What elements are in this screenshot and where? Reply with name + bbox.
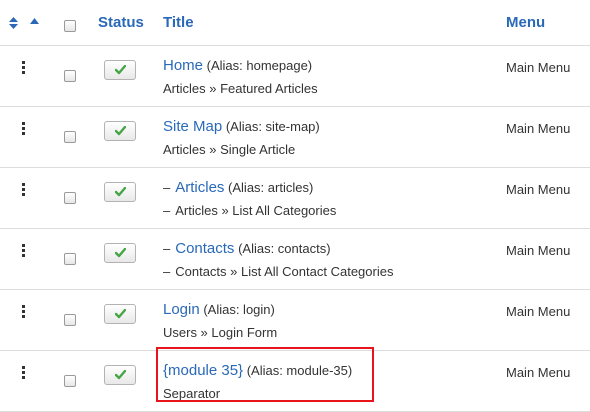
menu-item-type-text: Users » Login Form <box>163 325 278 340</box>
menu-item-type: – Contacts » List All Contact Categories <box>163 264 393 279</box>
menu-item-alias: (Alias: login) <box>203 302 275 317</box>
checkmark-icon <box>115 370 126 380</box>
menu-item-title-link[interactable]: Contacts <box>175 240 234 257</box>
row-checkbox[interactable] <box>64 131 76 143</box>
menu-item-type: Articles » Single Article <box>163 142 295 157</box>
menu-name: Main Menu <box>506 243 571 258</box>
highlight-box <box>156 347 374 402</box>
level-prefix: – <box>163 203 171 218</box>
row-checkbox[interactable] <box>64 314 76 326</box>
drag-handle-icon[interactable] <box>22 122 25 135</box>
menu-item-type: Articles » Featured Articles <box>163 81 318 96</box>
row-checkbox[interactable] <box>64 70 76 82</box>
checkmark-icon <box>115 248 126 258</box>
menu-item-alias: (Alias: site-map) <box>225 119 320 134</box>
table-row: Login (Alias: login) Users » Login Form … <box>0 290 590 351</box>
title-cell: Login (Alias: login) <box>163 301 275 318</box>
published-toggle-button[interactable] <box>104 304 136 324</box>
checkmark-icon <box>115 309 126 319</box>
drag-handle-icon[interactable] <box>22 183 25 196</box>
status-column-header[interactable]: Status <box>98 14 144 31</box>
select-all-checkbox[interactable] <box>64 20 76 32</box>
title-cell: Home (Alias: homepage) <box>163 57 312 74</box>
title-cell: – Articles (Alias: articles) <box>163 179 313 196</box>
title-column-header[interactable]: Title <box>163 14 194 31</box>
caret-up-icon[interactable] <box>30 18 39 24</box>
table-row: – Contacts (Alias: contacts) – Contacts » … <box>0 229 590 290</box>
published-toggle-button[interactable] <box>104 365 136 385</box>
title-cell: – Contacts (Alias: contacts) <box>163 240 331 257</box>
table-row: – Articles (Alias: articles) – Articles » … <box>0 168 590 229</box>
row-checkbox[interactable] <box>64 192 76 204</box>
menu-item-type: – Articles » List All Categories <box>163 203 336 218</box>
published-toggle-button[interactable] <box>104 243 136 263</box>
checkmark-icon <box>115 126 126 136</box>
published-toggle-button[interactable] <box>104 60 136 80</box>
level-prefix: – <box>163 241 171 256</box>
published-toggle-button[interactable] <box>104 121 136 141</box>
checkmark-icon <box>115 187 126 197</box>
menu-item-type: Users » Login Form <box>163 325 277 340</box>
menu-item-type-text: Articles » List All Categories <box>175 203 337 218</box>
menu-column-header[interactable]: Menu <box>506 14 545 31</box>
menu-item-alias: (Alias: contacts) <box>238 241 331 256</box>
table-row: Site Map (Alias: site-map) Articles » Si… <box>0 107 590 168</box>
title-cell: Site Map (Alias: site-map) <box>163 118 320 135</box>
menu-item-alias: (Alias: homepage) <box>206 58 313 73</box>
checkmark-icon <box>115 65 126 75</box>
menu-name: Main Menu <box>506 121 571 136</box>
level-prefix: – <box>163 180 171 195</box>
menu-name: Main Menu <box>506 304 571 319</box>
row-checkbox[interactable] <box>64 253 76 265</box>
menu-item-title-link[interactable]: Login <box>163 301 200 318</box>
menu-item-title-link[interactable]: Articles <box>175 179 224 196</box>
menu-item-type-text: Articles » Featured Articles <box>163 81 318 96</box>
menu-item-alias: (Alias: articles) <box>228 180 314 195</box>
menu-item-type-text: Contacts » List All Contact Categories <box>175 264 394 279</box>
menu-name: Main Menu <box>506 365 571 380</box>
drag-handle-icon[interactable] <box>22 305 25 318</box>
menu-item-title-link[interactable]: Site Map <box>163 118 222 135</box>
row-checkbox[interactable] <box>64 375 76 387</box>
menu-name: Main Menu <box>506 182 571 197</box>
drag-handle-icon[interactable] <box>22 61 25 74</box>
level-prefix: – <box>163 264 171 279</box>
table-row: Home (Alias: homepage) Articles » Featur… <box>0 46 590 107</box>
sort-icon[interactable] <box>9 17 18 29</box>
drag-handle-icon[interactable] <box>22 244 25 257</box>
menu-item-type-text: Articles » Single Article <box>163 142 296 157</box>
table-header: Status Title Menu <box>0 0 590 46</box>
menu-items-table: Status Title Menu Home (Alias: homepage)… <box>0 0 590 412</box>
menu-name: Main Menu <box>506 60 571 75</box>
published-toggle-button[interactable] <box>104 182 136 202</box>
menu-item-title-link[interactable]: Home <box>163 57 203 74</box>
drag-handle-icon[interactable] <box>22 366 25 379</box>
